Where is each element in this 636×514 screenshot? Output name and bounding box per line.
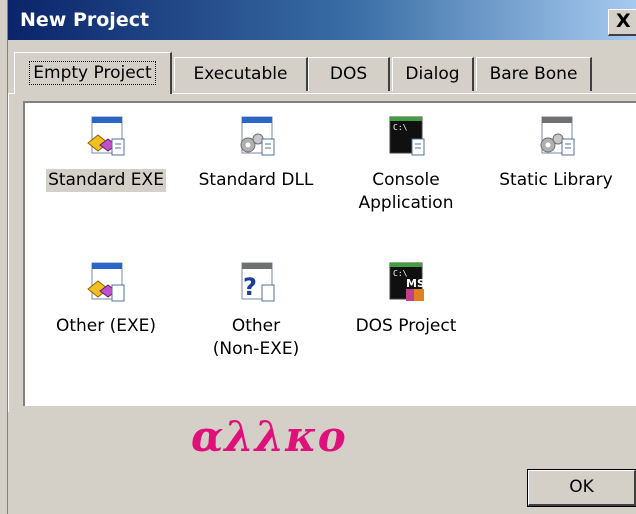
dos-project-icon: C:\ MS bbox=[389, 262, 425, 301]
project-other-exe[interactable]: Other (EXE) bbox=[31, 259, 181, 338]
tab-bare-bone[interactable]: Bare Bone bbox=[476, 57, 592, 91]
svg-text:MS: MS bbox=[406, 277, 425, 290]
window-title: New Project bbox=[20, 9, 150, 31]
project-other-non-exe[interactable]: ? Other (Non-EXE) bbox=[181, 259, 331, 361]
static-library-icon bbox=[540, 116, 575, 156]
standard-dll-icon bbox=[240, 116, 275, 156]
window-left-edge bbox=[0, 0, 8, 514]
project-label: Standard EXE bbox=[46, 169, 166, 192]
project-dos-project[interactable]: C:\ MS DOS Project bbox=[331, 259, 481, 338]
tab-label: DOS bbox=[329, 64, 368, 84]
svg-text:C:\: C:\ bbox=[393, 123, 408, 132]
project-console-application[interactable]: C:\ Console Application bbox=[331, 113, 481, 215]
console-app-icon: C:\ bbox=[389, 116, 425, 156]
project-label: Console Application bbox=[358, 170, 454, 213]
title-bar[interactable]: New Project bbox=[8, 0, 636, 40]
tab-label: Executable bbox=[193, 64, 288, 84]
other-non-exe-icon: ? bbox=[241, 262, 275, 302]
tab-panel: Standard EXE Standard DLL C:\ Console Ap… bbox=[8, 93, 636, 412]
project-list[interactable]: Standard EXE Standard DLL C:\ Console Ap… bbox=[23, 101, 636, 406]
tab-bar: Empty Project Executable DOS Dialog Bare… bbox=[8, 52, 636, 94]
close-button[interactable]: X bbox=[608, 9, 636, 36]
tab-label: Empty Project bbox=[29, 61, 156, 85]
project-standard-exe[interactable]: Standard EXE bbox=[31, 113, 181, 192]
project-standard-dll[interactable]: Standard DLL bbox=[181, 113, 331, 192]
project-static-library[interactable]: Static Library bbox=[481, 113, 631, 192]
ok-button[interactable]: OK bbox=[527, 469, 636, 507]
tab-empty-project[interactable]: Empty Project bbox=[14, 52, 172, 94]
project-label: Other (EXE) bbox=[55, 316, 157, 336]
project-label: DOS Project bbox=[355, 316, 457, 336]
project-label: Static Library bbox=[499, 170, 613, 190]
project-label: Standard DLL bbox=[198, 170, 314, 190]
watermark-text: αλλκο bbox=[191, 412, 347, 461]
tab-label: Dialog bbox=[405, 64, 460, 84]
tab-dialog[interactable]: Dialog bbox=[392, 57, 474, 91]
tab-label: Bare Bone bbox=[489, 64, 578, 84]
standard-exe-icon bbox=[87, 116, 125, 156]
project-label: Other (Non-EXE) bbox=[212, 316, 300, 359]
other-exe-icon bbox=[87, 262, 125, 302]
tab-executable[interactable]: Executable bbox=[174, 57, 308, 91]
svg-text:?: ? bbox=[243, 273, 257, 301]
tab-dos[interactable]: DOS bbox=[308, 57, 390, 91]
